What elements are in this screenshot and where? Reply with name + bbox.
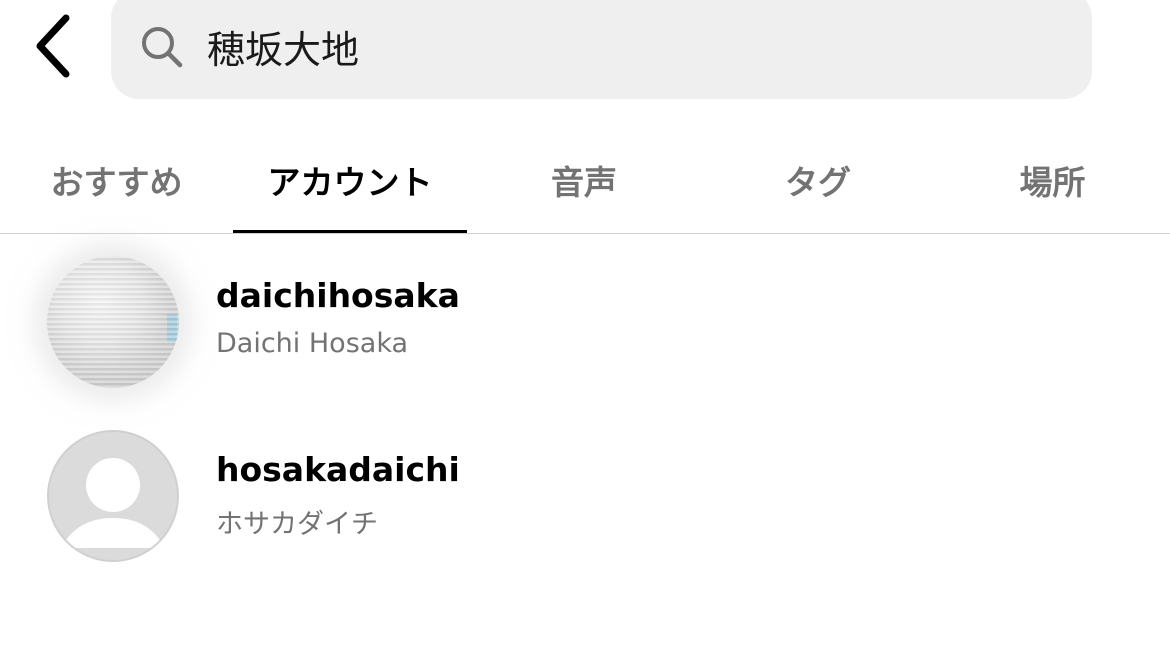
tab-audio[interactable]: 音声 bbox=[467, 128, 701, 232]
account-result-row[interactable]: hosakadaichi ホサカダイチ bbox=[0, 410, 1170, 580]
back-button[interactable] bbox=[22, 10, 82, 82]
result-full-name: ホサカダイチ bbox=[216, 509, 378, 540]
search-bar[interactable] bbox=[111, 0, 1092, 99]
search-icon bbox=[142, 27, 183, 68]
chevron-left-icon bbox=[36, 14, 70, 78]
avatar-photo-detail bbox=[167, 314, 177, 342]
tabs-divider bbox=[0, 233, 1170, 234]
search-screen: おすすめ アカウント 音声 タグ 場所 daichihosaka Daichi … bbox=[0, 0, 1170, 654]
search-input[interactable] bbox=[207, 18, 1067, 74]
search-tabs: おすすめ アカウント 音声 タグ 場所 bbox=[0, 128, 1170, 234]
result-username: daichihosaka bbox=[216, 276, 460, 315]
tab-tags[interactable]: タグ bbox=[701, 128, 935, 232]
tab-accounts[interactable]: アカウント bbox=[233, 128, 467, 232]
account-result-row[interactable]: daichihosaka Daichi Hosaka bbox=[0, 236, 1170, 406]
tab-places[interactable]: 場所 bbox=[935, 128, 1170, 232]
tab-recommended[interactable]: おすすめ bbox=[0, 128, 233, 232]
default-user-icon bbox=[61, 458, 165, 548]
default-avatar[interactable] bbox=[47, 430, 179, 562]
result-username: hosakadaichi bbox=[216, 450, 460, 489]
result-full-name: Daichi Hosaka bbox=[216, 328, 409, 359]
avatar[interactable] bbox=[47, 256, 179, 388]
